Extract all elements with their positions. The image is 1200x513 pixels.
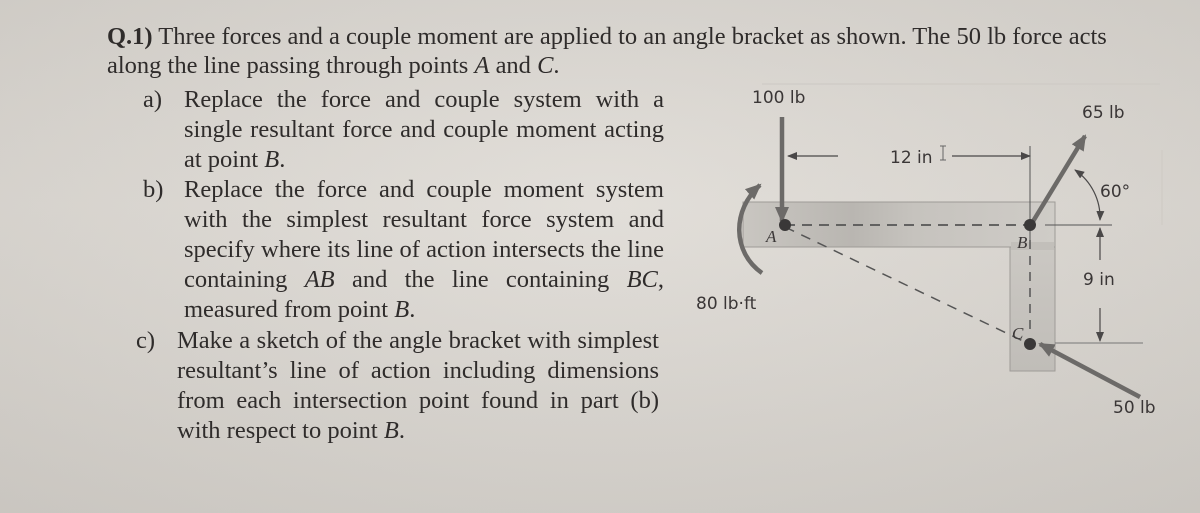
- point-a-dot: [779, 219, 791, 231]
- bracket-vertical-leg: [1009, 246, 1056, 372]
- angle-60-arc: [1074, 169, 1105, 221]
- text-cursor-icon: [940, 145, 946, 161]
- part-a-text-2: .: [279, 146, 286, 173]
- part-b-seg-ab: AB: [304, 266, 335, 293]
- label-60deg: 60°: [1100, 182, 1131, 202]
- question-intro: Three forces and a couple moment are app…: [107, 23, 1107, 79]
- label-point-a: A: [766, 227, 777, 246]
- question-and: and: [489, 52, 538, 79]
- part-b-text-4: .: [409, 296, 416, 323]
- part-a-point: B: [264, 146, 280, 173]
- label-point-b: B: [1017, 233, 1028, 252]
- part-b-point: B: [394, 296, 410, 323]
- part-b-text: Replace the force and couple moment syst…: [184, 175, 664, 325]
- label-65lb: 65 lb: [1082, 103, 1125, 123]
- part-c-text-1: Make a sketch of the angle bracket with …: [177, 327, 659, 444]
- part-a-text: Replace the force and couple system with…: [184, 85, 664, 175]
- force-65lb-arrow: [1030, 134, 1087, 225]
- label-point-c: C: [1012, 324, 1024, 343]
- part-b-text-2: and the line containing: [334, 266, 627, 293]
- label-12in: 12 in: [890, 148, 933, 168]
- point-a-ref: A: [474, 52, 490, 79]
- angle-60-arc-start: [1074, 169, 1085, 179]
- part-a-text-1: Replace the force and couple system with…: [184, 86, 664, 173]
- part-c-point: B: [383, 417, 399, 444]
- bracket-figure: 100 lb 65 lb 12 in 60° 9 in 80 lb·ft 50 …: [690, 80, 1190, 440]
- point-c-dot: [1024, 338, 1036, 350]
- question-statement: Q.1) Three forces and a couple moment ar…: [107, 22, 1137, 80]
- part-b-seg-bc: BC: [626, 266, 658, 293]
- part-a-label: a): [143, 86, 163, 113]
- label-50lb: 50 lb: [1113, 398, 1156, 418]
- part-c-label: c): [136, 327, 156, 354]
- point-b-dot: [1024, 219, 1036, 231]
- question-number: Q.1): [107, 23, 153, 50]
- part-c-text: Make a sketch of the angle bracket with …: [177, 326, 659, 446]
- label-9in: 9 in: [1083, 270, 1115, 290]
- part-b-label: b): [143, 176, 164, 203]
- label-80lbft: 80 lb·ft: [696, 294, 757, 314]
- part-c-text-2: .: [398, 417, 405, 444]
- label-100lb: 100 lb: [752, 88, 806, 108]
- point-c-ref: C: [537, 52, 554, 79]
- question-period: .: [553, 52, 560, 79]
- bracket-diagram: [737, 83, 1163, 399]
